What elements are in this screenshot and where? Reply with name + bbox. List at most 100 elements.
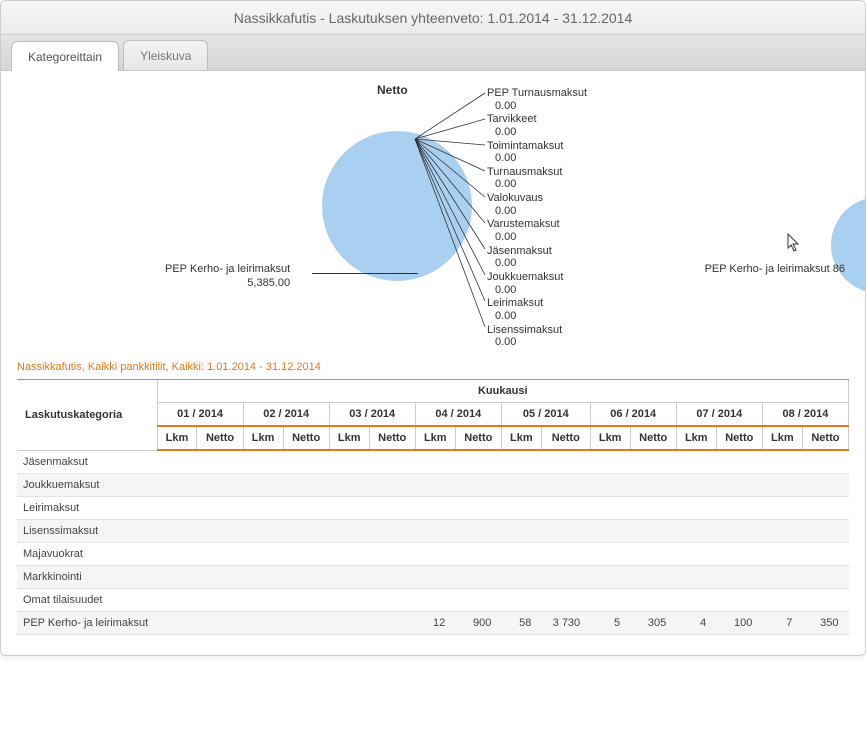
main-slice-name: PEP Kerho- ja leirimaksut [165, 263, 290, 275]
cell [590, 542, 630, 565]
cell [541, 496, 590, 519]
cell: 5 [590, 611, 630, 634]
cell [283, 611, 329, 634]
cell [676, 588, 716, 611]
cell [243, 473, 283, 496]
cell [329, 519, 369, 542]
cell [369, 519, 415, 542]
cell: 3 730 [541, 611, 590, 634]
cell: 900 [455, 611, 501, 634]
data-table: Laskutuskategoria Kuukausi 01 / 201402 /… [17, 380, 849, 635]
cell [157, 611, 197, 634]
cell: 100 [716, 611, 762, 634]
legend-name: Tarvikkeet [487, 113, 537, 125]
cell [501, 450, 541, 473]
cell: 58 [501, 611, 541, 634]
cell [415, 565, 455, 588]
cell [243, 565, 283, 588]
legend-item: Toimintamaksut0.00 [487, 140, 587, 165]
legend-item: Lisenssimaksut0.00 [487, 324, 587, 349]
cell [329, 542, 369, 565]
row-category: Omat tilaisuudet [17, 588, 157, 611]
cell [762, 450, 802, 473]
tab-kategoreittain[interactable]: Kategoreittain [11, 41, 119, 71]
cell [157, 450, 197, 473]
legend-item: PEP Turnausmaksut0.00 [487, 87, 587, 112]
cell [197, 519, 243, 542]
main-slice-value: 5,385.00 [165, 277, 290, 291]
table-row: Omat tilaisuudet [17, 588, 849, 611]
cell [415, 519, 455, 542]
month-header: 04 / 2014 [415, 403, 501, 427]
cell [329, 473, 369, 496]
sub-header: Netto [541, 426, 590, 450]
cell [197, 496, 243, 519]
sub-header: Netto [369, 426, 415, 450]
cell [243, 519, 283, 542]
cell [197, 588, 243, 611]
cell [716, 588, 762, 611]
cell [369, 565, 415, 588]
cell [762, 565, 802, 588]
cell [243, 542, 283, 565]
table-row: Markkinointi [17, 565, 849, 588]
cell [501, 496, 541, 519]
cell [455, 542, 501, 565]
cell [716, 542, 762, 565]
table-body: JäsenmaksutJoukkuemaksutLeirimaksutLisen… [17, 450, 849, 634]
cell [590, 588, 630, 611]
row-category: Lisenssimaksut [17, 519, 157, 542]
cell [197, 565, 243, 588]
sub-header: Netto [455, 426, 501, 450]
cell [630, 496, 676, 519]
row-category: Jäsenmaksut [17, 450, 157, 473]
sub-header: Lkm [157, 426, 197, 450]
legend-value: 0.00 [487, 336, 587, 349]
legend-name: PEP Turnausmaksut [487, 87, 587, 99]
cell [802, 473, 848, 496]
cell [501, 473, 541, 496]
cell [762, 588, 802, 611]
cell [455, 496, 501, 519]
sub-header: Netto [630, 426, 676, 450]
table-subtitle: Nassikkafutis, Kaikki pankkitilit, Kaikk… [17, 361, 849, 373]
cell [197, 450, 243, 473]
legend-value: 0.00 [487, 126, 587, 139]
cell [630, 450, 676, 473]
cell [501, 588, 541, 611]
pie-slice-main [322, 131, 472, 281]
cell [243, 450, 283, 473]
legend-value: 0.00 [487, 231, 587, 244]
month-header: 03 / 2014 [329, 403, 415, 427]
cell [762, 519, 802, 542]
cell [157, 565, 197, 588]
cell [541, 450, 590, 473]
table-row: Majavuokrat [17, 542, 849, 565]
legend-item: Varustemaksut0.00 [487, 218, 587, 243]
tab-yleiskuva[interactable]: Yleiskuva [123, 40, 208, 70]
month-header: 08 / 2014 [762, 403, 848, 427]
tab-strip: Kategoreittain Yleiskuva [1, 35, 865, 71]
table-row: Lisenssimaksut [17, 519, 849, 542]
cell [590, 450, 630, 473]
sub-header: Netto [197, 426, 243, 450]
cell: 350 [802, 611, 848, 634]
cell [676, 496, 716, 519]
legend-item: Jäsenmaksut0.00 [487, 245, 587, 270]
cell [802, 496, 848, 519]
cell [369, 473, 415, 496]
table-row: Joukkuemaksut [17, 473, 849, 496]
legend-name: Lisenssimaksut [487, 324, 562, 336]
cell [676, 450, 716, 473]
cell: 4 [676, 611, 716, 634]
legend-name: Varustemaksut [487, 218, 560, 230]
legend-value: 0.00 [487, 310, 587, 323]
app-window: Nassikkafutis - Laskutuksen yhteenveto: … [0, 0, 866, 656]
sub-header: Netto [802, 426, 848, 450]
secondary-slice-name: PEP Kerho- ja leirimaksut [705, 263, 830, 275]
cell [157, 473, 197, 496]
cell [541, 588, 590, 611]
cell [329, 588, 369, 611]
sub-header: Lkm [762, 426, 802, 450]
cell [630, 588, 676, 611]
